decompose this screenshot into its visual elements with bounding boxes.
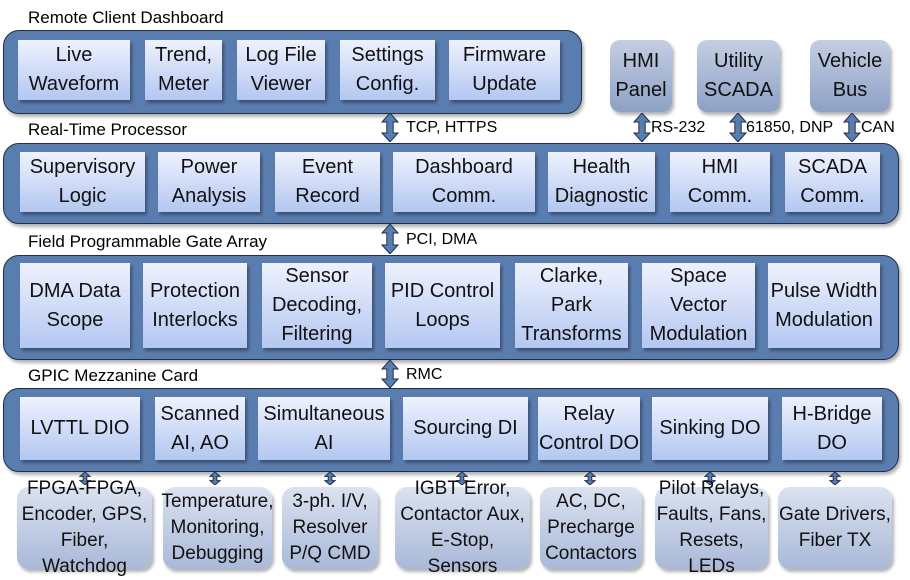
fpga-block: Sensor Decoding, Filtering (262, 263, 372, 348)
io-signal-box: AC, DC, Precharge Contactors (540, 487, 642, 569)
link-label: CAN (861, 119, 895, 136)
link-label: 61850, DNP (746, 119, 834, 136)
double-arrow-icon (324, 472, 336, 485)
real-time-processor-block: Supervisory Logic (20, 152, 145, 212)
gpic-mezzanine-card-block: Scanned AI, AO (155, 397, 245, 460)
gpic-mezzanine-card-block: Sinking DO (652, 397, 768, 460)
io-signal-box: Gate Drivers, Fiber TX (778, 487, 892, 569)
gpic-mezzanine-card-block: Simultaneous AI (258, 397, 390, 460)
link-label: PCI, DMA (406, 231, 478, 248)
io-signal-box: FPGA-FPGA, Encoder, GPS, Fiber, Watchdog (17, 478, 152, 577)
external-system-box: HMI Panel (610, 40, 672, 112)
gpic-mezzanine-card-block: Relay Control DO (538, 397, 640, 460)
fpga-block: DMA Data Scope (20, 263, 130, 348)
real-time-processor-block: SCADA Comm. (785, 152, 880, 212)
external-system-box: Vehicle Bus (810, 40, 890, 112)
double-arrow-icon (381, 113, 399, 142)
remote-client-dashboard-title: Remote Client Dashboard (28, 8, 224, 27)
fpga-block: Pulse Width Modulation (768, 263, 880, 348)
real-time-processor-block: Health Diagnostic (548, 152, 655, 212)
gpic-mezzanine-card-block: Sourcing DI (403, 397, 528, 460)
remote-client-dashboard-block: Firmware Update (449, 40, 560, 100)
real-time-processor-title: Real-Time Processor (28, 120, 188, 139)
io-signal-box: IGBT Error, Contactor Aux, E-Stop, Senso… (395, 478, 530, 577)
remote-client-dashboard-block: Log File Viewer (237, 40, 325, 100)
fpga-block: PID Control Loops (385, 263, 500, 348)
double-arrow-icon (729, 113, 747, 142)
io-signal-box: 3-ph. I/V, Resolver P/Q CMD (282, 487, 378, 569)
gpic-mezzanine-card-title: GPIC Mezzanine Card (28, 366, 199, 385)
remote-client-dashboard-block: Trend, Meter (145, 40, 222, 100)
double-arrow-icon (584, 472, 596, 485)
double-arrow-icon (843, 113, 861, 142)
link-label: RMC (406, 366, 443, 383)
fpga-title: Field Programmable Gate Array (28, 232, 268, 251)
io-signal-box: Temperature, Monitoring, Debugging (162, 487, 273, 569)
real-time-processor-block: Event Record (275, 152, 380, 212)
link-label: RS-232 (651, 119, 706, 136)
external-system-box: Utility SCADA (697, 40, 780, 112)
remote-client-dashboard-block: Live Waveform (18, 40, 130, 100)
double-arrow-icon (829, 472, 841, 485)
real-time-processor-block: Dashboard Comm. (393, 152, 535, 212)
remote-client-dashboard-block: Settings Config. (340, 40, 435, 100)
io-signal-box: Pilot Relays, Faults, Fans, Resets, LEDs (655, 478, 768, 577)
real-time-processor-block: HMI Comm. (670, 152, 770, 212)
link-label: TCP, HTTPS (406, 119, 498, 136)
double-arrow-icon (381, 224, 399, 254)
real-time-processor-block: Power Analysis (158, 152, 260, 212)
double-arrow-icon (209, 472, 221, 485)
double-arrow-icon (633, 113, 651, 142)
gpic-mezzanine-card-block: H-Bridge DO (782, 397, 882, 460)
fpga-block: Protection Interlocks (143, 263, 247, 348)
gpic-mezzanine-card-block: LVTTL DIO (20, 397, 140, 460)
fpga-block: Clarke, Park Transforms (515, 263, 628, 348)
double-arrow-icon (381, 360, 399, 388)
fpga-block: Space Vector Modulation (642, 263, 755, 348)
